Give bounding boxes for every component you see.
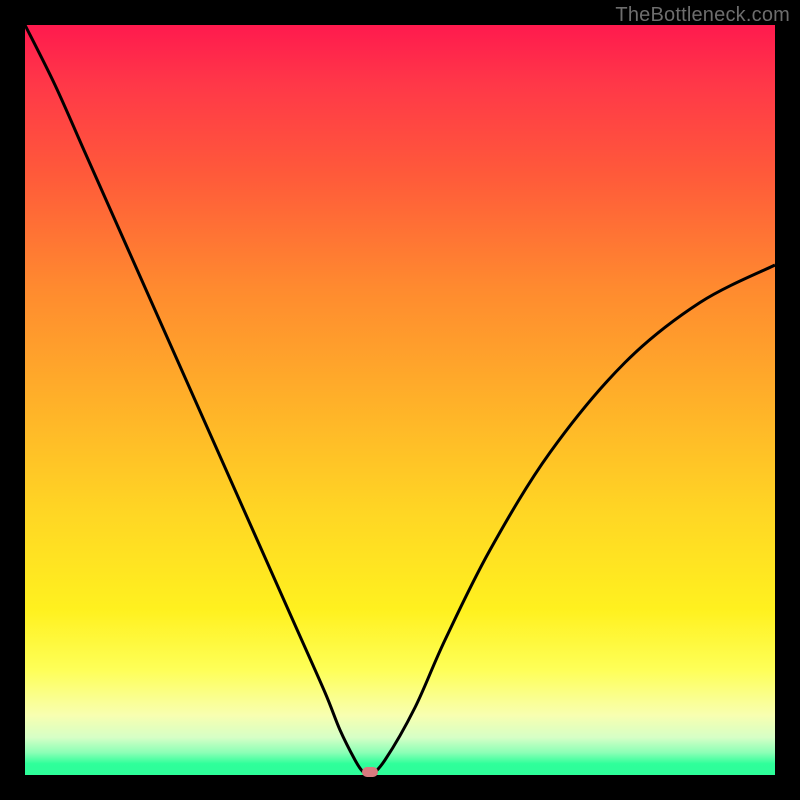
watermark-text: TheBottleneck.com bbox=[615, 4, 790, 27]
min-marker bbox=[362, 767, 378, 777]
curve-path bbox=[25, 25, 775, 776]
bottleneck-curve bbox=[25, 25, 775, 775]
chart-plot-area bbox=[25, 25, 775, 775]
